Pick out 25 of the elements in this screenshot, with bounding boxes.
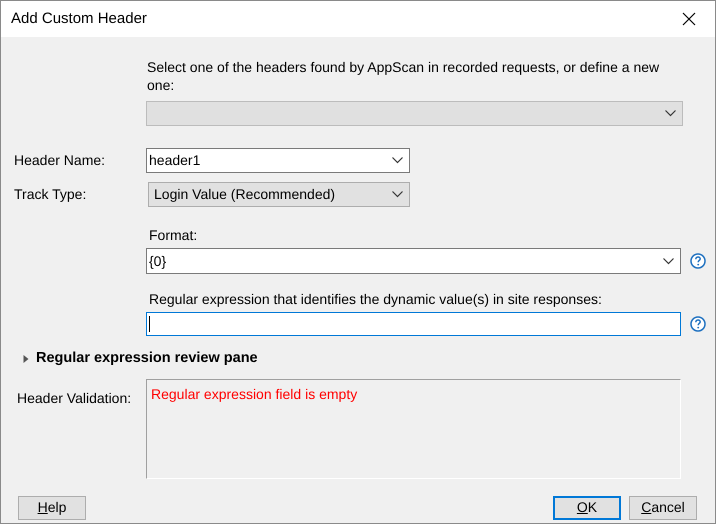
chevron-down-icon xyxy=(663,258,674,264)
window-title: Add Custom Header xyxy=(11,8,147,29)
regex-input[interactable] xyxy=(146,312,681,336)
field-label: Header Name: xyxy=(14,151,106,170)
header-name-dropdown[interactable]: header1 xyxy=(146,148,410,173)
dialog-button[interactable]: OK xyxy=(553,496,621,520)
field-label: Track Type: xyxy=(14,185,88,204)
close-icon xyxy=(682,12,696,26)
validation-message: Regular expression field is empty xyxy=(151,386,358,402)
help-icon[interactable] xyxy=(690,253,706,269)
field-label: Regular expression that identifies the dynamic value(s) in site responses: xyxy=(149,291,602,307)
chevron-down-icon xyxy=(392,157,403,164)
prompt-text: Select one of the headers found by AppScan in recorded requests, or define a new one: xyxy=(147,58,660,94)
chevron-down-icon xyxy=(665,110,676,117)
review-pane-toggle[interactable]: Regular expression review pane xyxy=(22,348,258,370)
format-dropdown[interactable]: {0} xyxy=(146,248,681,274)
track-type-dropdown[interactable]: Login Value (Recommended) xyxy=(148,182,410,207)
field-label: Header Validation: xyxy=(16,388,132,408)
field-label: Format: xyxy=(149,227,198,243)
dialog-button[interactable]: Cancel xyxy=(629,496,697,520)
text-cursor xyxy=(149,316,150,332)
dialog-button[interactable]: Help xyxy=(18,496,86,520)
chevron-down-icon xyxy=(392,191,403,198)
help-icon[interactable] xyxy=(690,316,706,332)
triangle-right-icon xyxy=(22,354,30,363)
